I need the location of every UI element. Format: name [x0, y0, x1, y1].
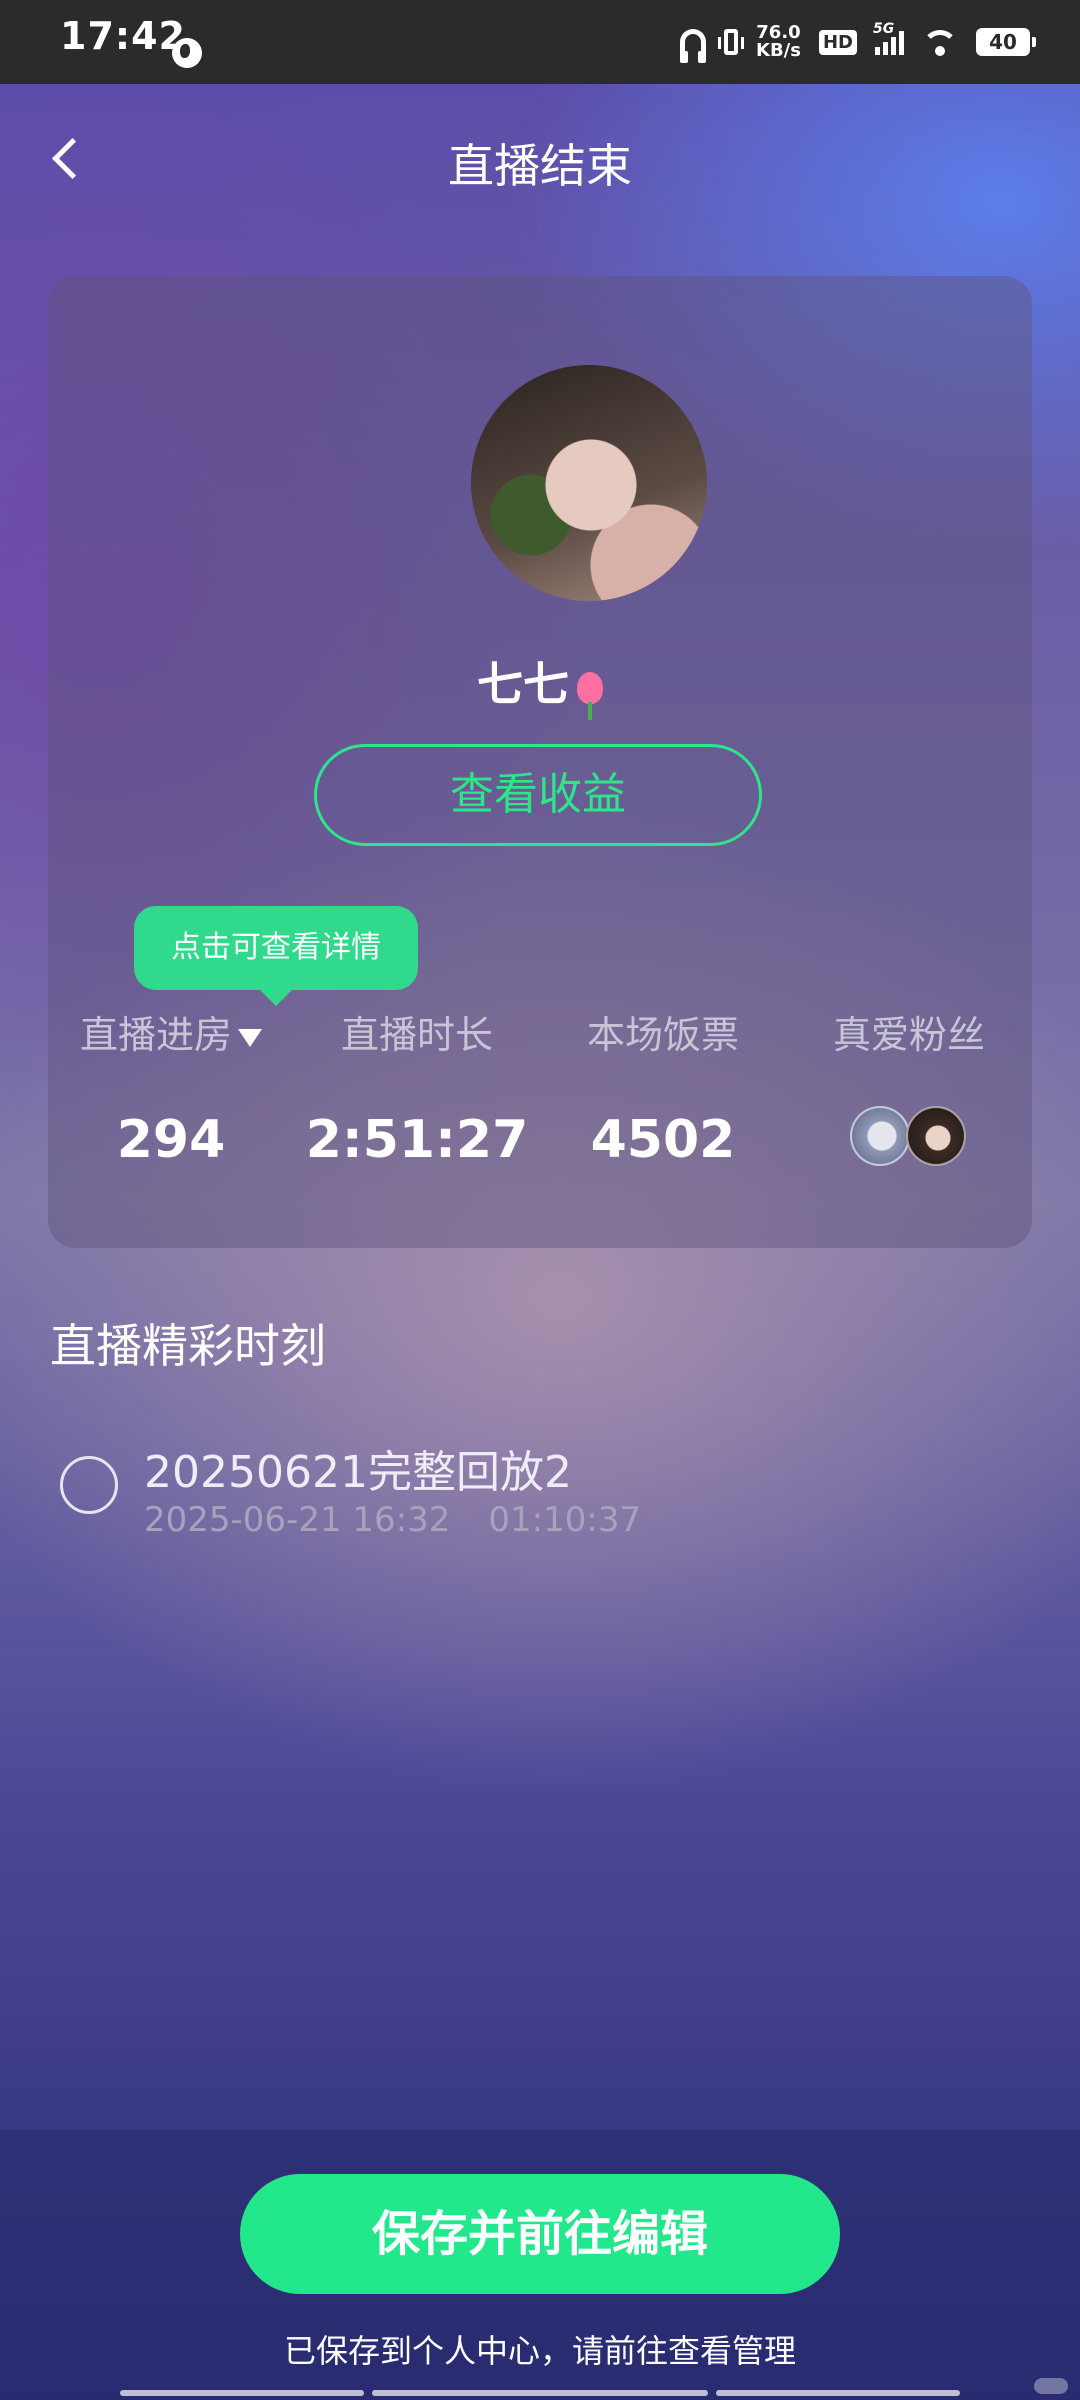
page-title: 直播结束 — [448, 139, 632, 193]
stat-label-duration: 直播时长 — [340, 1013, 493, 1057]
status-bar: 17:42 76.0 KB/s HD 5G 40 — [0, 0, 1080, 84]
battery-icon: 40 — [976, 28, 1036, 56]
save-note: 已保存到个人中心，请前往查看管理 — [283, 2332, 796, 2370]
stat-label-entries[interactable]: 直播进房 — [48, 1004, 294, 1059]
save-and-edit-button[interactable]: 保存并前往编辑 — [240, 2174, 840, 2294]
details-tooltip[interactable]: 点击可查看详情 — [134, 906, 418, 1006]
stat-label-tickets: 本场饭票 — [586, 1013, 739, 1057]
network-type: 5G — [873, 21, 895, 37]
signal-icon: 5G — [873, 21, 904, 55]
stat-label-fans: 真爱粉丝 — [832, 1013, 985, 1057]
hd-badge: HD — [818, 29, 857, 55]
progress-segment — [372, 2390, 708, 2396]
tulip-emoji-icon — [577, 671, 603, 720]
progress-segment — [120, 2390, 364, 2396]
clip-duration: 01:10:37 — [488, 1500, 642, 1540]
live-summary-card: 七七 查看收益 点击可查看详情 直播进房 直播时长 本场饭票 真爱粉丝 294 … — [48, 276, 1032, 1248]
clip-meta: 2025-06-21 16:32 01:10:37 — [144, 1500, 641, 1540]
clip-datetime: 2025-06-21 16:32 — [144, 1500, 451, 1540]
radio-icon[interactable] — [60, 1456, 118, 1514]
stat-value-duration: 2:51:27 — [305, 1110, 529, 1170]
net-speed: 76.0 KB/s — [756, 24, 801, 60]
stat-value-tickets: 4502 — [590, 1110, 736, 1170]
net-speed-unit: KB/s — [756, 40, 801, 61]
wifi-icon — [922, 28, 958, 56]
highlights-section-title: 直播精彩时刻 — [50, 1319, 326, 1373]
headphone-icon — [680, 29, 707, 63]
status-time: 17:42 — [60, 14, 186, 58]
username-text: 七七 — [477, 657, 569, 711]
stat-value-entries[interactable]: 294 — [48, 1110, 294, 1170]
vibrate-icon — [718, 29, 745, 55]
username: 七七 — [48, 648, 1032, 720]
dropdown-arrow-icon — [238, 1028, 262, 1047]
fan-avatars[interactable] — [850, 1106, 970, 1170]
progress-segment — [716, 2390, 960, 2396]
stat-label-entries-text: 直播进房 — [79, 1013, 232, 1057]
fan-avatar[interactable] — [850, 1106, 910, 1166]
avatar[interactable] — [471, 365, 707, 601]
watermark-badge — [1034, 2378, 1068, 2394]
globe-icon — [172, 38, 202, 68]
fan-avatar[interactable] — [906, 1106, 966, 1166]
clip-title[interactable]: 20250621完整回放2 — [144, 1436, 572, 1500]
status-icons: 76.0 KB/s HD 5G 40 — [680, 21, 1036, 63]
view-earnings-button[interactable]: 查看收益 — [314, 744, 762, 846]
